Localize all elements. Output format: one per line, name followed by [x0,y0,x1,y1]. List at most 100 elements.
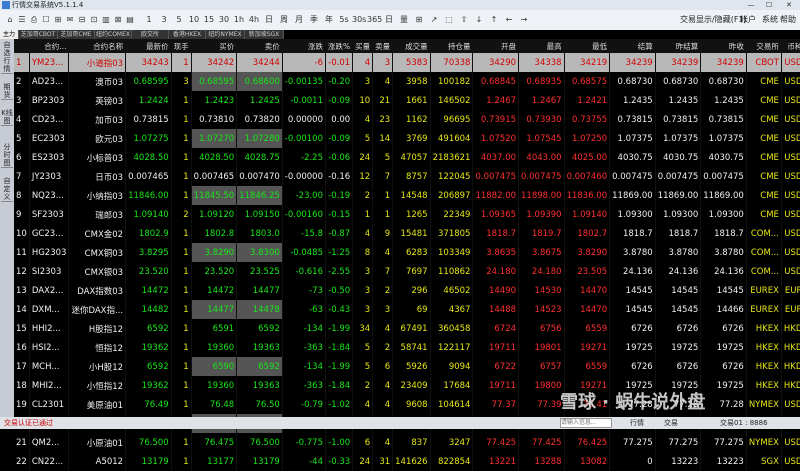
search-input[interactable] [560,418,612,428]
toolbar-button-5[interactable]: ✉ [64,13,76,27]
period-button-11[interactable]: 季 [307,13,321,27]
column-header[interactable]: 现手 [171,39,192,53]
column-header[interactable]: 卖价 [236,39,283,53]
column-header[interactable]: 买量 [352,39,374,53]
table-row[interactable]: 15 HHI2... H股指12 6592 1 6591 6592 -134 -1.99 34 4 6… [14,319,800,338]
toolbar-button-4[interactable]: ⊞ [52,13,64,27]
sidebar-item-0[interactable]: 自选行情 [1,41,13,74]
table-row[interactable]: 17 MCH... 小H股12 6592 1 6590 6592 -134 -1.99 5 6 592… [14,357,800,376]
period-button-6[interactable]: 1h [232,13,246,27]
tab-4[interactable]: 欧交所EUREX [132,30,169,47]
tab-3[interactable]: 纽约COMEX [95,30,132,39]
column-header[interactable]: 昨结算 [655,39,702,53]
column-header[interactable]: 买价 [191,39,238,53]
column-header[interactable]: 持仓量 [430,39,474,53]
table-row[interactable]: 8 NQ23... 小纳指03 11846.00 1 11845.50 11846.25 -2… [14,186,800,205]
menu-item-0[interactable]: 交易显示/隐藏(F1) [680,13,747,27]
period-button-4[interactable]: 15 [202,13,216,27]
column-header[interactable]: 开盘 [472,39,520,53]
toolbar-button-9[interactable]: ⊠ [112,13,124,27]
table-row[interactable]: 9 SF2303 瑞郎03 1.09140 2 1.09120 1.09150 -0.0016… [14,205,800,224]
table-row[interactable]: 1 YM23... 小道指03 34243 1 34242 34244 -6 -0.01 4 3 53… [14,53,800,72]
table-row[interactable]: 12 SI2303 CMX银03 23.520 1 23.520 23.525 -0.616-… [14,262,800,281]
period-button-14[interactable]: 30s [352,13,366,27]
column-header[interactable]: 合约名称 [68,39,127,53]
period-button-13[interactable]: 5s [337,13,351,27]
table-row[interactable]: 13 DAX2... DAX指数03 14472 1 14472 14477 -73 -0.50… [14,281,800,300]
period-button-23[interactable]: ↑ [487,13,501,27]
period-button-1[interactable]: 3 [157,13,171,27]
column-header[interactable]: 合约... [29,39,70,53]
column-header[interactable] [14,39,30,53]
column-header[interactable]: 结算 [609,39,656,53]
column-header[interactable]: 最高 [518,39,565,53]
toolbar-button-6[interactable]: ⊟ [76,13,88,27]
table-row[interactable]: 14 DXM... 迷你DAX指... 14482 1 14477 14478 -63 -0.4… [14,300,800,319]
table-row[interactable]: 3 BP2303 英镑03 1.2424 1 1.2423 1.2425 -0.0011 -0.… [14,91,800,110]
column-header[interactable]: 涨跌% [325,39,354,53]
table-row[interactable]: 2 AD23... 澳币03 0.68595 3 0.68595 0.68600 -0.001… [14,72,800,91]
column-header[interactable]: 交易所 [746,39,782,53]
period-button-15[interactable]: 365 [367,13,382,27]
close-button[interactable]: ✕ [782,0,796,10]
table-row[interactable]: 10 GC23... CMX金02 1802.9 1 1802.8 1803.0 -15.8-… [14,224,800,243]
period-button-18[interactable]: ⊞ [412,13,426,27]
table-row[interactable]: 4 CD23... 加币03 0.73815 1 0.73810 0.73820 0.0000… [14,110,800,129]
tab-5[interactable]: 香港HKEX [169,30,206,39]
column-header[interactable]: 最低 [564,39,611,53]
period-button-24[interactable]: ← [502,13,516,27]
period-button-17[interactable]: 量 [397,13,411,27]
tab-0[interactable]: 主力 [0,30,19,39]
sidebar-item-2[interactable]: K线图 [1,109,13,126]
minimize-button[interactable]: — [744,0,758,10]
toolbar-button-3[interactable]: ☐ [40,13,52,27]
period-button-21[interactable]: ⇧ [457,13,471,27]
toolbar-button-10[interactable]: ▤ [124,13,136,27]
sidebar-item-3[interactable]: 分时图 [1,143,13,168]
status-quote[interactable]: 行情 [630,417,644,429]
period-button-12[interactable]: 年 [322,13,336,27]
table-row[interactable]: 5 EC2303 欧元03 1.07275 1 1.07270 1.07280 -0.0010… [14,129,800,148]
maximize-button[interactable]: ☐ [762,0,776,10]
menu-item-1[interactable]: 帐户 [740,13,756,27]
sidebar-item-4[interactable]: 自定义 [1,177,13,202]
column-header[interactable]: 卖量 [372,39,394,53]
menu-item-3[interactable]: 帮助 [780,13,796,27]
tab-2[interactable]: 芝加哥CME [58,30,95,39]
toolbar-button-7[interactable]: ⊡ [88,13,100,27]
period-button-0[interactable]: 1 [142,13,156,27]
period-button-16[interactable]: 日 [382,13,396,27]
tab-7[interactable]: 新加坡SGX [245,30,284,39]
period-button-20[interactable]: ⬚ [442,13,456,27]
period-button-25[interactable]: → [517,13,531,27]
period-button-2[interactable]: 5 [172,13,186,27]
period-button-5[interactable]: 30 [217,13,231,27]
table-row[interactable]: 7 JY2303 日币03 0.007465 1 0.007465 0.007470 -0.0… [14,167,800,186]
column-header[interactable]: 成交量 [392,39,431,53]
toolbar-button-2[interactable]: ⎙ [28,13,40,27]
toolbar-button-8[interactable]: ▥ [100,13,112,27]
period-button-8[interactable]: 日 [262,13,276,27]
status-trade[interactable]: 交易 [664,417,678,429]
period-button-7[interactable]: 4h [247,13,261,27]
table-row[interactable]: 21 QM2... 小原油01 76.500 1 76.475 76.500 -0.775 -1… [14,433,800,452]
table-row[interactable]: 6 ES2303 小标普03 4028.50 1 4028.50 4028.75 -2.25-… [14,148,800,167]
toolbar-button-0[interactable]: ⌂ [4,13,16,27]
column-header[interactable]: 昨收 [700,39,747,53]
period-button-3[interactable]: 10 [187,13,201,27]
column-header[interactable]: 最新价 [125,39,172,53]
period-button-10[interactable]: 月 [292,13,306,27]
sidebar-item-1[interactable]: 期货 [1,83,13,100]
period-button-22[interactable]: ↓ [472,13,486,27]
toolbar-button-1[interactable]: ☰ [16,13,28,27]
period-button-9[interactable]: 周 [277,13,291,27]
column-header[interactable]: 币种 [781,39,800,53]
tab-6[interactable]: 纽约NYMEX [206,30,245,39]
period-button-19[interactable]: ↗ [427,13,441,27]
menu-item-2[interactable]: 系统 [762,13,778,27]
column-header[interactable]: 涨跌 [282,39,327,53]
tab-1[interactable]: 芝加哥CBOT [19,30,58,39]
table-row[interactable]: 11 HG2303 CMX铜03 3.8295 1 3.8290 3.8300 -0.0485… [14,243,800,262]
table-row[interactable]: 16 HSI2... 恒指12 19362 1 19360 19363 -363 -1.84 5 2… [14,338,800,357]
table-row[interactable]: 22 CN22... A5012 13179 1 13177 13179 -44 -0.33 24… [14,452,800,471]
